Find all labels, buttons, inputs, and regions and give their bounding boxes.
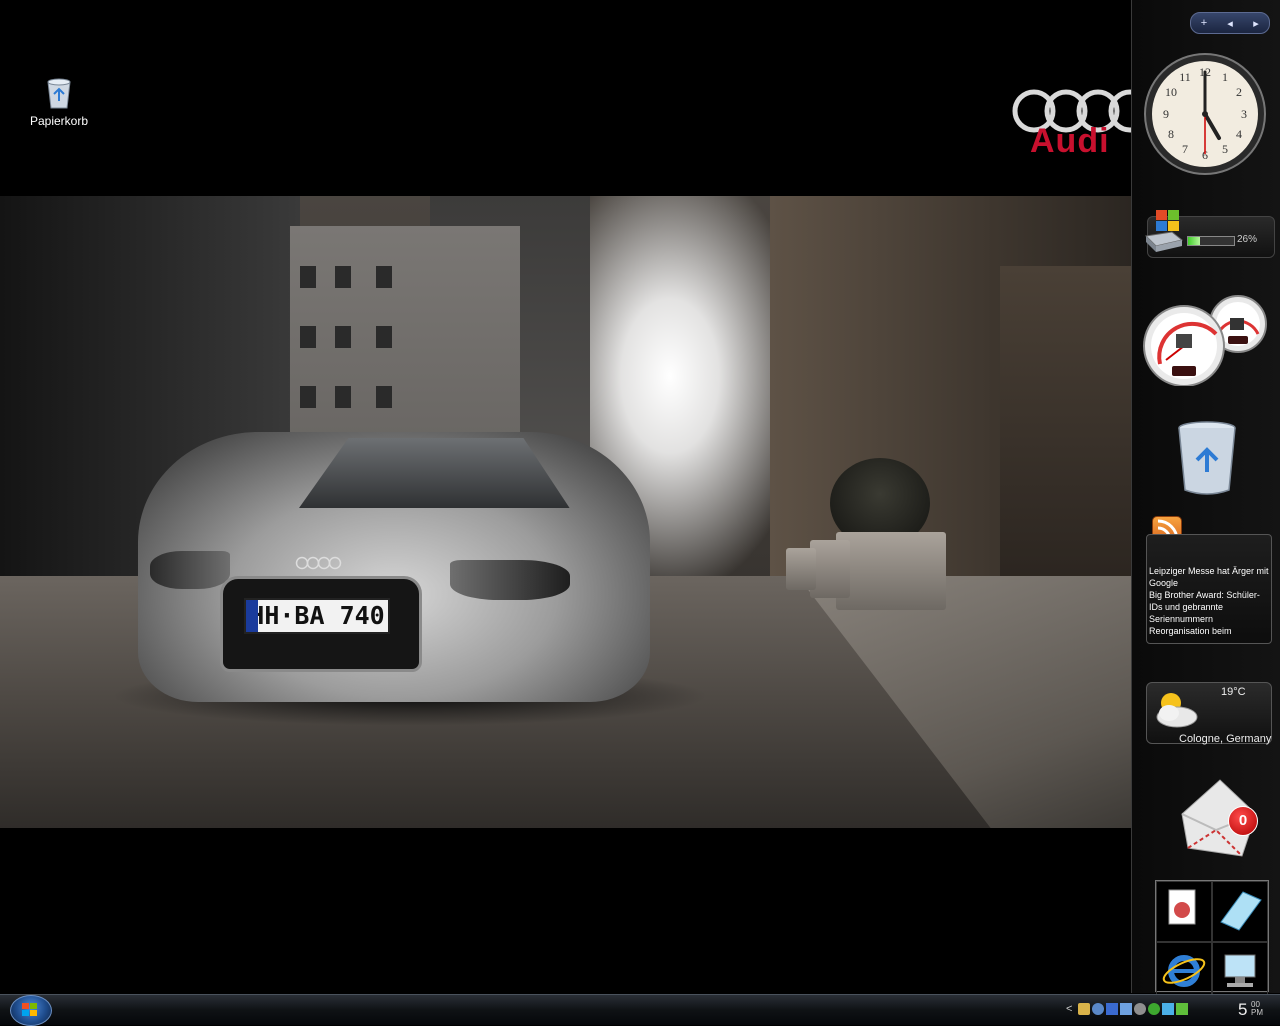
- sidebar-controls: + ◂ ▸: [1190, 12, 1270, 34]
- license-plate: HH·BA 740: [244, 598, 390, 634]
- document-app-icon[interactable]: [1156, 881, 1212, 942]
- svg-text:4: 4: [1236, 127, 1242, 141]
- svg-text:3: 3: [1241, 107, 1247, 121]
- svg-text:8: 8: [1168, 127, 1174, 141]
- app-tray-icon[interactable]: [1176, 1003, 1188, 1015]
- app-launcher-gadget: [1155, 880, 1269, 1003]
- sharing-icon[interactable]: [1092, 1003, 1104, 1015]
- car-headlight: [450, 560, 570, 600]
- cpu-meter-gadget[interactable]: [1142, 294, 1268, 386]
- cpu-usage-fill: [1188, 237, 1200, 245]
- weather-city: Cologne, Germany: [1179, 733, 1272, 745]
- planter: [786, 548, 816, 590]
- svg-text:1: 1: [1222, 70, 1228, 84]
- weather-gadget[interactable]: 19°C Cologne, Germany: [1146, 682, 1272, 745]
- taskbar-clock-ampm: PM: [1251, 1008, 1263, 1017]
- volume-icon[interactable]: [1134, 1003, 1146, 1015]
- building-right-near: [1000, 266, 1131, 596]
- svg-text:11: 11: [1179, 70, 1191, 84]
- desktop-icon-label: Papierkorb: [29, 114, 89, 128]
- recycle-bin-gadget[interactable]: [1175, 420, 1239, 496]
- svg-text:2: 2: [1236, 85, 1242, 99]
- show-hidden-icons-button[interactable]: <: [1066, 1003, 1076, 1015]
- network-icon[interactable]: [1078, 1003, 1090, 1015]
- cpu-usage-bar: [1187, 236, 1235, 246]
- rss-item[interactable]: Big Brother Award: Schüler-IDs und gebra…: [1149, 589, 1271, 625]
- svg-text:9: 9: [1163, 107, 1169, 121]
- desktop-icon-recycle-bin[interactable]: Papierkorb: [24, 76, 94, 128]
- planter: [836, 532, 946, 610]
- security-icon[interactable]: [1148, 1003, 1160, 1015]
- taskbar-clock-minutes[interactable]: 00 PM: [1251, 1001, 1263, 1017]
- update-icon[interactable]: [1162, 1003, 1174, 1015]
- windows-logo-icon: [22, 1003, 37, 1016]
- car-badge-rings: [295, 556, 342, 570]
- svg-text:10: 10: [1165, 85, 1177, 99]
- eu-band: [246, 600, 258, 632]
- device-icon[interactable]: [1106, 1003, 1118, 1015]
- display-icon[interactable]: [1120, 1003, 1132, 1015]
- previous-page-button[interactable]: ◂: [1219, 17, 1241, 30]
- cpu-usage-text: 26%: [1237, 234, 1258, 245]
- add-gadget-button[interactable]: +: [1193, 17, 1215, 29]
- svg-text:7: 7: [1182, 142, 1188, 156]
- car-headlight: [150, 551, 230, 589]
- partly-cloudy-icon: [1156, 693, 1198, 728]
- svg-text:5: 5: [1222, 142, 1228, 156]
- notepad-app-icon[interactable]: [1212, 881, 1268, 942]
- audi-wordmark: Audi: [1030, 122, 1110, 160]
- system-tray: <: [1066, 998, 1188, 1020]
- rss-gadget[interactable]: Leipziger Messe hat Ärger mit Google Big…: [1146, 534, 1272, 644]
- unread-mail-badge: 0: [1228, 806, 1258, 836]
- taskbar-clock-hour[interactable]: 5: [1238, 1000, 1247, 1020]
- rss-item[interactable]: Reorganisation beim: [1149, 625, 1271, 637]
- planter: [810, 540, 850, 598]
- wallpaper-image: HH·BA 740: [0, 196, 1131, 828]
- rss-item[interactable]: Leipziger Messe hat Ärger mit Google: [1149, 565, 1271, 589]
- next-page-button[interactable]: ▸: [1245, 17, 1267, 30]
- weather-temperature: 19°C: [1221, 686, 1246, 698]
- recycle-bin-icon: [43, 76, 75, 110]
- windows-drive-icon: [1144, 210, 1184, 252]
- clock-gadget[interactable]: 1212 345 678 91011: [1143, 52, 1267, 176]
- license-plate-text: HH·BA 740: [249, 601, 385, 630]
